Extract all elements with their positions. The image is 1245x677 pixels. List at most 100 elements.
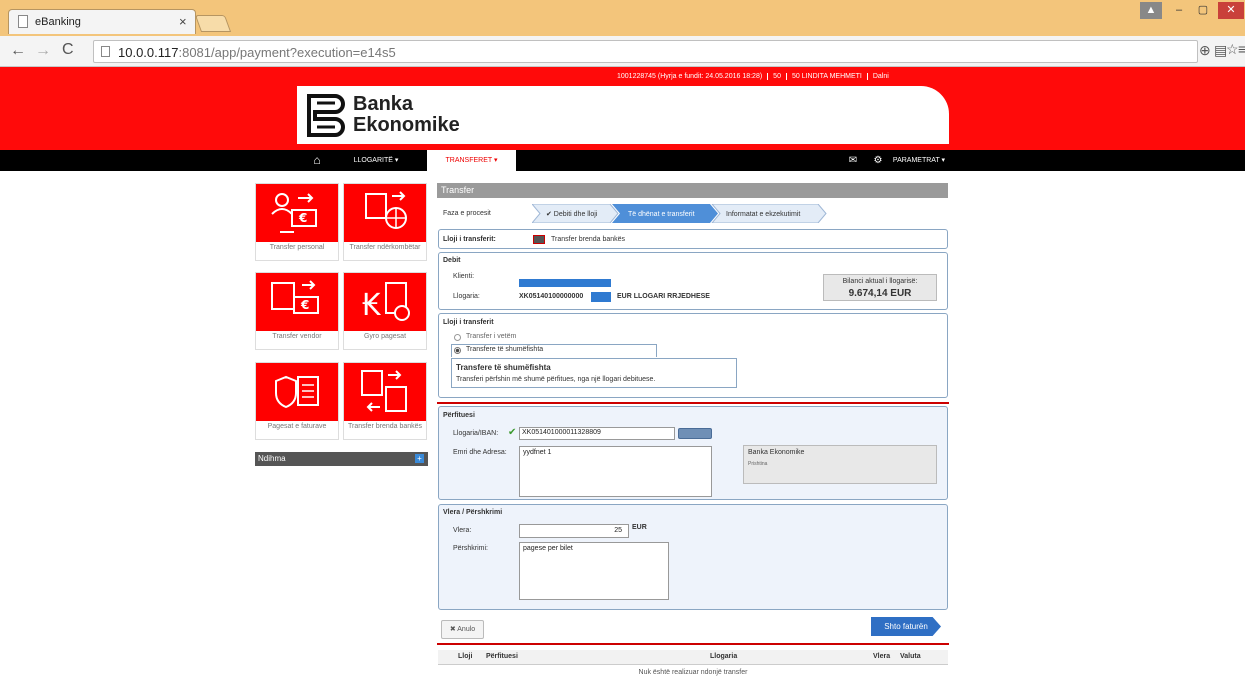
transfer-kind-section: Lloji i transferit Transfer i vetëm Tran… xyxy=(438,313,948,398)
amount-input[interactable]: 25 xyxy=(519,524,629,538)
iban-input[interactable]: XK051401000011328809 xyxy=(519,427,675,440)
balance-value: 9.674,14 EUR xyxy=(848,288,912,299)
logo-area: Banka Ekonomike xyxy=(297,86,949,144)
transfer-type-row: Lloji i transferit: Transfer brenda bank… xyxy=(438,229,948,249)
domestic-transfer-icon: € xyxy=(256,273,338,331)
help-label: Ndihma xyxy=(258,454,286,463)
divider xyxy=(437,402,949,404)
col-currency: Valuta xyxy=(900,653,921,660)
tile-label: Transfer ndërkombëtar xyxy=(349,244,421,251)
bank-info-box: Banka Ekonomike Prishtina xyxy=(743,445,937,484)
tile-label: Gyro pagesat xyxy=(363,333,407,340)
mail-icon[interactable]: ✉ xyxy=(846,150,860,171)
user-bar: 1001228745 (Hyrja e fundit: 24.05.2016 1… xyxy=(612,73,894,86)
reload-icon[interactable]: C xyxy=(62,41,74,59)
col-type: Lloji xyxy=(458,653,473,660)
star-icon[interactable]: ☆ xyxy=(1226,41,1239,58)
nav-params[interactable]: PARAMETRAT ▾ xyxy=(884,150,954,171)
tile-international-transfer[interactable]: Transfer ndërkombëtar xyxy=(343,183,427,261)
beneficiary-title: Përfituesi xyxy=(443,412,475,419)
tile-label: Transfer personal xyxy=(269,244,325,251)
url-input[interactable]: 10.0.0.117:8081/app/payment?execution=e1… xyxy=(93,40,1198,63)
beneficiary-section: Përfituesi Llogaria/IBAN: ✔ XK0514010000… xyxy=(438,406,948,500)
international-transfer-icon xyxy=(344,184,426,242)
multiple-transfer-label[interactable]: Transfere të shumëfishta xyxy=(466,346,543,353)
name-label: Emri dhe Adresa: xyxy=(453,449,507,456)
page-icon xyxy=(101,46,110,57)
tile-bill-payments[interactable]: Pagesat e faturave xyxy=(255,362,339,440)
close-tab-icon[interactable]: × xyxy=(179,14,187,29)
home-icon[interactable]: ⌂ xyxy=(302,150,332,171)
user-icon[interactable]: ▲ xyxy=(1140,2,1162,19)
transfer-type-icon xyxy=(533,235,545,244)
new-tab-button[interactable] xyxy=(194,15,232,32)
panel-title: Transfer xyxy=(437,183,948,198)
tile-personal-transfer[interactable]: € Transfer personal xyxy=(255,183,339,261)
restore-icon[interactable]: ▢ xyxy=(1192,2,1214,19)
tile-label: Transfer vendor xyxy=(272,333,322,340)
debit-title: Debit xyxy=(443,257,461,264)
phase-label: Faza e procesit xyxy=(443,210,491,217)
amount-label: Vlera: xyxy=(453,527,472,534)
transfer-type-label: Lloji i transferit: xyxy=(443,236,496,243)
cancel-button[interactable]: ✖ Anulo xyxy=(441,620,484,639)
step-transfer-data: Të dhënat e transferit xyxy=(628,211,695,218)
account-label: Llogaria: xyxy=(453,293,480,300)
multiple-transfer-radio[interactable] xyxy=(454,347,461,354)
description-label: Përshkrimi: xyxy=(453,545,489,552)
personal-transfer-icon: € xyxy=(256,184,338,242)
step-execution-info: Informatat e ekzekutimit xyxy=(726,211,801,218)
menu-icon[interactable]: ≡ xyxy=(1238,41,1245,57)
user-name[interactable]: 50 LINDITA MEHMETI xyxy=(785,73,867,80)
expand-icon[interactable]: + xyxy=(415,454,424,463)
minimize-icon[interactable]: – xyxy=(1168,2,1190,19)
bank-logo-icon xyxy=(307,94,345,137)
url-path: :8081/app/payment?execution=e14s5 xyxy=(178,45,396,60)
bank-logo-text: Banka Ekonomike xyxy=(353,94,460,136)
back-icon[interactable]: ← xyxy=(10,42,26,60)
balance-box: Bilanci aktual i llogarisë: 9.674,14 EUR xyxy=(823,274,937,301)
logo-line2: Ekonomike xyxy=(353,114,460,136)
nav-accounts[interactable]: LLOGARITË ▾ xyxy=(337,150,415,171)
gyro-payments-icon: ₭ xyxy=(344,273,426,331)
amount-section: Vlera / Përshkrimi Vlera: 25 EUR Përshkr… xyxy=(438,504,948,610)
tile-gyro-payments[interactable]: ₭ Gyro pagesat xyxy=(343,272,427,350)
close-window-icon[interactable]: ✕ xyxy=(1218,2,1244,19)
transfer-type-value: Transfer brenda bankës xyxy=(551,236,626,243)
client-label: Klienti: xyxy=(453,273,475,280)
info-text: Transferi përfshin më shumë përfitues, n… xyxy=(456,376,656,383)
browser-tab[interactable]: eBanking × xyxy=(8,9,196,34)
currency-label: EUR xyxy=(632,524,647,531)
nav-transfers[interactable]: TRANSFERET ▾ xyxy=(427,150,516,171)
tile-domestic-transfer[interactable]: € Transfer vendor xyxy=(255,272,339,350)
divider xyxy=(437,643,949,645)
user-code: 50 xyxy=(767,73,786,80)
forward-icon[interactable]: → xyxy=(35,42,51,60)
bill-payments-icon xyxy=(256,363,338,421)
account-value: XK05140100000000 xyxy=(519,293,584,300)
transfer-kind-title: Lloji i transferit xyxy=(443,319,494,326)
last-login: 1001228745 (Hyrja e fundit: 24.05.2016 1… xyxy=(617,73,763,80)
logo-line1: Banka xyxy=(353,93,414,115)
single-transfer-radio[interactable] xyxy=(454,334,461,341)
tile-intrabank-transfer[interactable]: Transfer brenda bankës xyxy=(343,362,427,440)
amount-title: Vlera / Përshkrimi xyxy=(443,509,503,516)
account-type: EUR LLOGARI RRJEDHESE xyxy=(617,293,710,300)
info-title: Transfere të shumëfishta xyxy=(456,363,551,372)
main-nav: ⌂ LLOGARITË ▾ TRANSFERET ▾ ✉ ⚙ PARAMETRA… xyxy=(0,150,1245,171)
description-textarea[interactable]: pagese per bilet xyxy=(519,542,669,600)
single-transfer-label[interactable]: Transfer i vetëm xyxy=(466,333,516,340)
tile-label: Pagesat e faturave xyxy=(267,423,327,430)
help-bar[interactable]: Ndihma + xyxy=(255,452,428,466)
logout-link[interactable]: Dalni xyxy=(866,73,894,80)
zoom-icon[interactable]: ⊕ xyxy=(1199,42,1211,59)
info-box: Transfere të shumëfishta Transferi përfs… xyxy=(451,358,737,388)
empty-table-message: Nuk është realizuar ndonjë transfer xyxy=(638,669,748,676)
col-beneficiary: Përfituesi xyxy=(486,653,518,660)
gear-icon[interactable]: ⚙ xyxy=(873,150,883,171)
iban-label: Llogaria/IBAN: xyxy=(453,430,499,437)
add-invoice-button[interactable]: Shto faturën xyxy=(871,617,941,636)
name-address-textarea[interactable]: yydfnet 1 xyxy=(519,446,712,497)
address-book-button[interactable] xyxy=(678,428,712,439)
page-icon xyxy=(18,15,28,28)
